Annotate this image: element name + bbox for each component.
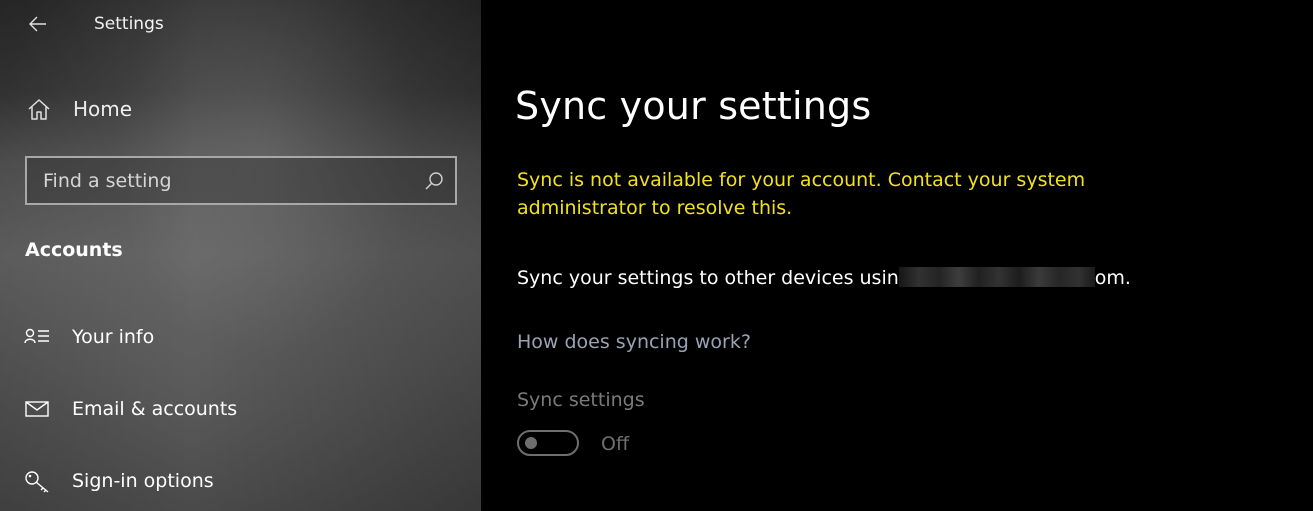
sync-description-prefix: Sync your settings to other devices usin	[517, 267, 899, 289]
sidebar-item-label: Your info	[72, 326, 155, 348]
sync-settings-toggle[interactable]	[517, 430, 579, 456]
sync-settings-label: Sync settings	[517, 389, 645, 411]
sidebar-item-label: Email & accounts	[72, 398, 238, 420]
mail-icon	[25, 401, 49, 417]
title-bar: Settings	[0, 0, 481, 48]
back-arrow-icon	[29, 16, 46, 32]
sidebar-item-label: Home	[73, 97, 133, 121]
page-title: Sync your settings	[515, 84, 872, 128]
key-icon	[25, 471, 49, 493]
search-icon[interactable]	[423, 170, 445, 192]
search-box[interactable]	[25, 156, 457, 205]
search-input[interactable]	[27, 158, 423, 203]
sidebar-item-sign-in-options[interactable]: Sign-in options	[0, 460, 481, 504]
redacted-account-email	[898, 267, 1095, 287]
sync-settings-state: Off	[601, 433, 630, 455]
sidebar: Settings Home Accounts Your	[0, 0, 481, 511]
home-icon	[26, 97, 52, 123]
back-button[interactable]	[18, 6, 58, 42]
sync-unavailable-warning: Sync is not available for your account. …	[517, 169, 1086, 219]
settings-window: Settings Home Accounts Your	[0, 0, 1313, 511]
sidebar-item-label: Sign-in options	[72, 470, 214, 492]
sidebar-item-email-accounts[interactable]: Email & accounts	[0, 388, 481, 432]
how-syncing-works-link[interactable]: How does syncing work?	[517, 331, 751, 353]
main-content: Sync your settings Sync is not available…	[481, 0, 1313, 511]
sidebar-item-home[interactable]: Home	[0, 88, 481, 132]
toggle-knob	[525, 437, 537, 449]
person-card-icon	[24, 328, 49, 344]
sync-description: Sync your settings to other devices usin…	[517, 267, 1131, 289]
app-title: Settings	[94, 14, 164, 34]
sync-description-suffix: om.	[1094, 267, 1131, 289]
sidebar-item-your-info[interactable]: Your info	[0, 316, 481, 360]
section-heading-accounts: Accounts	[25, 239, 123, 261]
